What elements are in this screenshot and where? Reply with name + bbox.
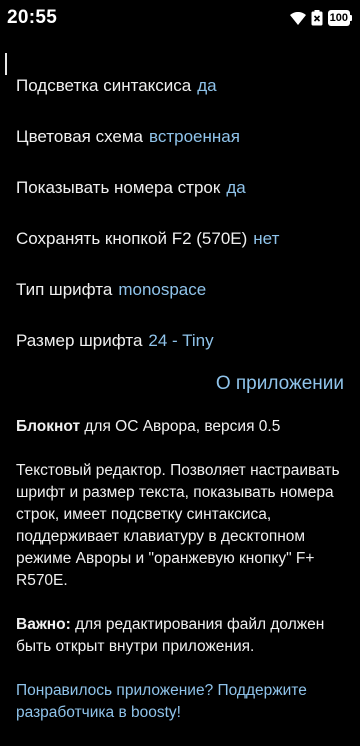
setting-syntax-highlight[interactable]: Подсветка синтаксиса да <box>16 60 352 111</box>
setting-label: Тип шрифта <box>16 279 113 299</box>
setting-label: Подсветка синтаксиса <box>16 75 192 95</box>
setting-value[interactable]: нет <box>253 229 279 249</box>
setting-label: Цветовая схема <box>16 126 143 146</box>
setting-font-size[interactable]: Размер шрифта 24 - Tiny <box>16 315 352 366</box>
battery-level: 100 <box>327 10 350 26</box>
setting-label: Показывать номера строк <box>16 177 221 197</box>
wifi-icon <box>289 11 306 25</box>
setting-value[interactable]: monospace <box>118 280 206 300</box>
about-version: Блокнот для ОС Аврора, версия 0.5 <box>16 416 348 438</box>
about-description: Текстовый редактор. Позволяет настраиват… <box>16 462 340 589</box>
about-heading: О приложении <box>215 373 344 394</box>
setting-save-f2[interactable]: Сохранять кнопкой F2 (570E) нет <box>16 213 352 264</box>
setting-label: Размер шрифта <box>16 330 143 350</box>
support-link[interactable]: Понравилось приложение? Поддержите разра… <box>16 680 348 724</box>
status-bar: 20:55 100 <box>0 0 360 36</box>
battery-saver-icon <box>311 10 323 26</box>
about-section: Блокнот для ОС Аврора, версия 0.5 Тексто… <box>16 416 348 746</box>
setting-value[interactable]: да <box>197 76 216 96</box>
about-note: Важно: для редактирования файл должен бы… <box>16 614 348 658</box>
status-time: 20:55 <box>7 7 58 28</box>
setting-label: Сохранять кнопкой F2 (570E) <box>16 228 248 248</box>
setting-line-numbers[interactable]: Показывать номера строк да <box>16 162 352 213</box>
setting-color-scheme[interactable]: Цветовая схема встроенная <box>16 111 352 162</box>
setting-value[interactable]: встроенная <box>149 127 240 147</box>
settings-list: Подсветка синтаксиса да Цветовая схема в… <box>16 60 352 366</box>
setting-value[interactable]: да <box>226 178 245 198</box>
version-text: для ОС Аврора, версия 0.5 <box>80 418 281 435</box>
text-cursor <box>5 53 7 75</box>
app-name: Блокнот <box>16 418 81 435</box>
status-icons: 100 <box>289 10 352 26</box>
battery-icon: 100 <box>327 10 352 26</box>
note-label: Важно: <box>16 616 71 633</box>
setting-font-type[interactable]: Тип шрифта monospace <box>16 264 352 315</box>
setting-value[interactable]: 24 - Tiny <box>148 331 213 351</box>
